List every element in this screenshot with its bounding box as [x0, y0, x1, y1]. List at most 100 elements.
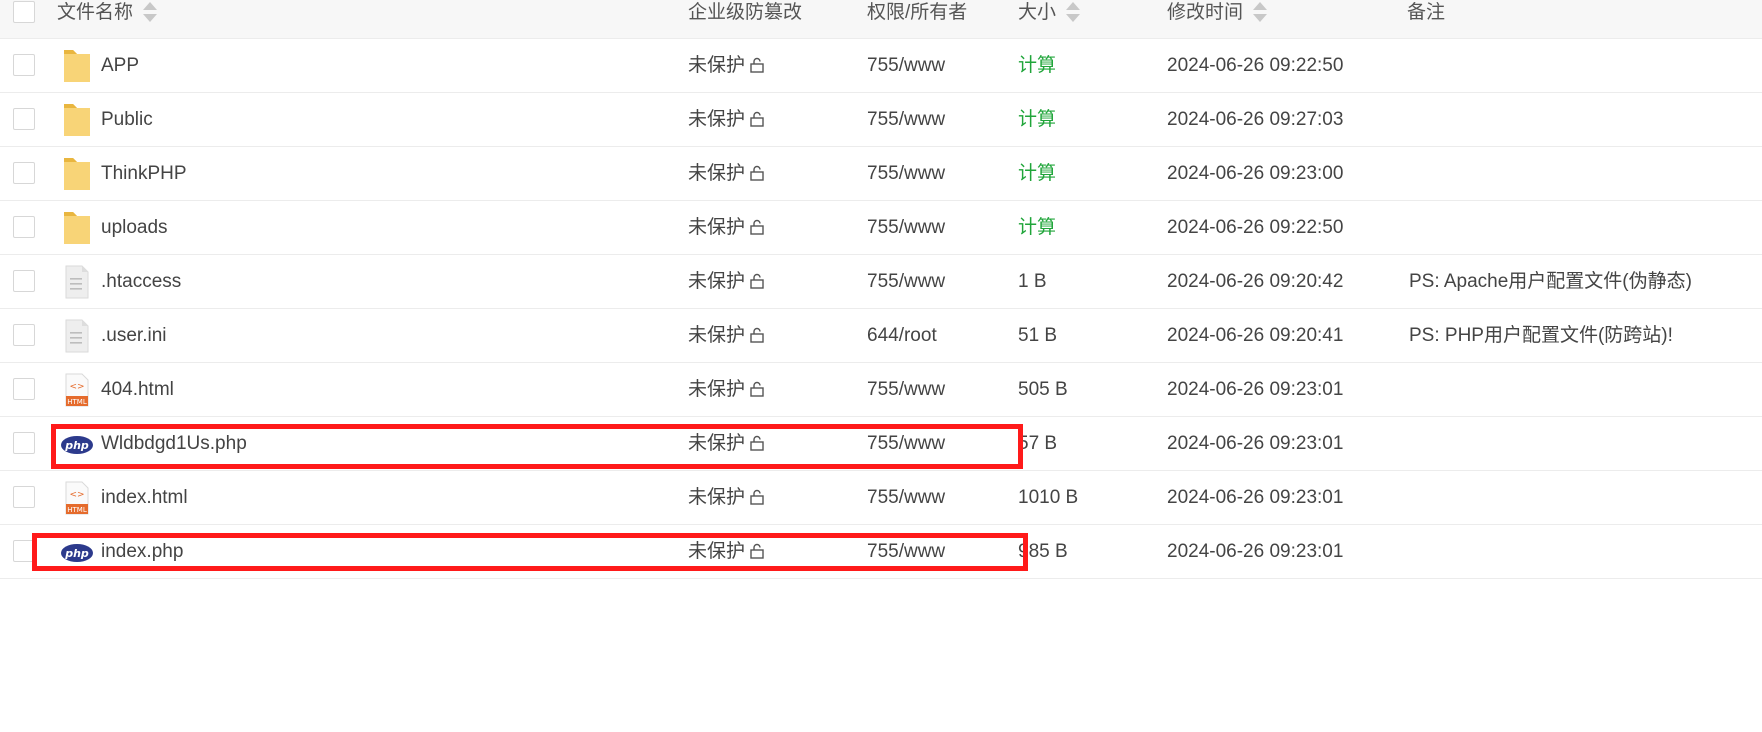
table-row[interactable]: .user.ini 未保护 644/root 51 B 2024-06-26 09:20…	[0, 309, 1762, 363]
header-permission: 权限/所有者	[867, 2, 968, 23]
svg-text:<>: <>	[69, 382, 84, 392]
unlock-icon[interactable]	[749, 311, 765, 364]
file-name[interactable]: .user.ini	[101, 309, 166, 362]
unlock-icon[interactable]	[749, 41, 765, 94]
sort-icon[interactable]	[1066, 1, 1081, 22]
file-list: APP 未保护 755/www 计算 2024-06-26 09:22:50 Public…	[0, 39, 1762, 579]
unlock-icon[interactable]	[749, 203, 765, 256]
unlock-icon[interactable]	[749, 527, 765, 580]
unlock-icon[interactable]	[749, 473, 765, 526]
header-protection: 企业级防篡改	[688, 2, 803, 23]
modified-time: 2024-06-26 09:22:50	[1167, 217, 1344, 238]
row-checkbox[interactable]	[13, 216, 35, 238]
modified-time: 2024-06-26 09:27:03	[1167, 109, 1344, 130]
folder-icon	[62, 210, 92, 244]
table-header: 文件名称 企业级防篡改 权限/所有者 大小 修改时间 备注	[0, 0, 1762, 39]
table-row[interactable]: Public 未保护 755/www 计算 2024-06-26 09:27:03	[0, 93, 1762, 147]
row-checkbox[interactable]	[13, 432, 35, 454]
header-size[interactable]: 大小	[1018, 0, 1081, 26]
protection-status[interactable]: 未保护	[688, 417, 765, 470]
protection-status[interactable]: 未保护	[688, 255, 765, 308]
file-name[interactable]: uploads	[101, 201, 168, 254]
file-name[interactable]: .htaccess	[101, 255, 181, 308]
row-checkbox[interactable]	[13, 324, 35, 346]
unlock-icon[interactable]	[749, 149, 765, 202]
svg-text:php: php	[64, 439, 89, 452]
permission-owner[interactable]: 755/www	[867, 417, 945, 470]
file-size: 57 B	[1018, 433, 1058, 454]
table-row[interactable]: ThinkPHP 未保护 755/www 计算 2024-06-26 09:23:00	[0, 147, 1762, 201]
row-checkbox[interactable]	[13, 270, 35, 292]
svg-text:<>: <>	[69, 490, 84, 500]
row-checkbox[interactable]	[13, 540, 35, 562]
modified-time: 2024-06-26 09:23:00	[1167, 163, 1344, 184]
file-note[interactable]: PS: Apache用户配置文件(伪静态)	[1409, 255, 1692, 308]
file-name[interactable]: APP	[101, 39, 139, 92]
table-row[interactable]: uploads 未保护 755/www 计算 2024-06-26 09:22:50	[0, 201, 1762, 255]
modified-time: 2024-06-26 09:22:50	[1167, 55, 1344, 76]
header-filename[interactable]: 文件名称	[57, 0, 158, 26]
row-checkbox[interactable]	[13, 108, 35, 130]
table-row[interactable]: APP 未保护 755/www 计算 2024-06-26 09:22:50	[0, 39, 1762, 93]
permission-owner[interactable]: 755/www	[867, 363, 945, 416]
file-size: 985 B	[1018, 541, 1068, 562]
unlock-icon[interactable]	[749, 95, 765, 148]
unlock-icon[interactable]	[749, 257, 765, 310]
protection-status[interactable]: 未保护	[688, 309, 765, 362]
file-size: 505 B	[1018, 379, 1068, 400]
row-checkbox[interactable]	[13, 486, 35, 508]
sort-icon[interactable]	[143, 1, 158, 22]
calculate-size-link[interactable]: 计算	[1018, 201, 1056, 254]
unlock-icon[interactable]	[749, 365, 765, 418]
protection-status[interactable]: 未保护	[688, 525, 765, 578]
file-size: 51 B	[1018, 325, 1058, 346]
protection-status[interactable]: 未保护	[688, 147, 765, 200]
php-file-icon: php	[60, 435, 93, 467]
permission-owner[interactable]: 755/www	[867, 471, 945, 524]
table-row[interactable]: <> HTML 404.html 未保护 755/www 505 B 2024-06-26 …	[0, 363, 1762, 417]
permission-owner[interactable]: 755/www	[867, 147, 945, 200]
file-name[interactable]: Public	[101, 93, 153, 146]
file-table: 文件名称 企业级防篡改 权限/所有者 大小 修改时间 备注 APP 未保护 755/…	[0, 0, 1762, 579]
protection-status[interactable]: 未保护	[688, 471, 765, 524]
svg-text:HTML: HTML	[67, 506, 87, 514]
select-all-checkbox[interactable]	[13, 1, 35, 23]
table-row[interactable]: php Wldbdgd1Us.php 未保护 755/www 57 B 2024-06-2…	[0, 417, 1762, 471]
unlock-icon[interactable]	[749, 419, 765, 472]
folder-icon	[62, 48, 92, 82]
header-modified[interactable]: 修改时间	[1167, 0, 1268, 26]
table-row[interactable]: php index.php 未保护 755/www 985 B 2024-06-26 09…	[0, 525, 1762, 579]
row-checkbox[interactable]	[13, 378, 35, 400]
table-row[interactable]: .htaccess 未保护 755/www 1 B 2024-06-26 09:20:4…	[0, 255, 1762, 309]
protection-status[interactable]: 未保护	[688, 363, 765, 416]
permission-owner[interactable]: 755/www	[867, 39, 945, 92]
sort-icon[interactable]	[1253, 1, 1268, 22]
php-file-icon: php	[60, 543, 93, 575]
svg-text:php: php	[64, 547, 89, 560]
modified-time: 2024-06-26 09:20:42	[1167, 271, 1344, 292]
calculate-size-link[interactable]: 计算	[1018, 147, 1056, 200]
row-checkbox[interactable]	[13, 162, 35, 184]
protection-status[interactable]: 未保护	[688, 93, 765, 146]
row-checkbox[interactable]	[13, 54, 35, 76]
protection-status[interactable]: 未保护	[688, 39, 765, 92]
file-name[interactable]: index.php	[101, 525, 183, 578]
protection-status[interactable]: 未保护	[688, 201, 765, 254]
permission-owner[interactable]: 755/www	[867, 525, 945, 578]
calculate-size-link[interactable]: 计算	[1018, 39, 1056, 92]
table-row[interactable]: <> HTML index.html 未保护 755/www 1010 B 2024-06-…	[0, 471, 1762, 525]
permission-owner[interactable]: 755/www	[867, 255, 945, 308]
permission-owner[interactable]: 644/root	[867, 309, 937, 362]
permission-owner[interactable]: 755/www	[867, 201, 945, 254]
file-name[interactable]: index.html	[101, 471, 188, 524]
file-note[interactable]: PS: PHP用户配置文件(防跨站)!	[1409, 309, 1673, 362]
modified-time: 2024-06-26 09:23:01	[1167, 487, 1344, 508]
file-name[interactable]: Wldbdgd1Us.php	[101, 417, 247, 470]
permission-owner[interactable]: 755/www	[867, 93, 945, 146]
file-name[interactable]: 404.html	[101, 363, 174, 416]
file-name[interactable]: ThinkPHP	[101, 147, 187, 200]
modified-time: 2024-06-26 09:20:41	[1167, 325, 1344, 346]
calculate-size-link[interactable]: 计算	[1018, 93, 1056, 146]
modified-time: 2024-06-26 09:23:01	[1167, 379, 1344, 400]
modified-time: 2024-06-26 09:23:01	[1167, 541, 1344, 562]
